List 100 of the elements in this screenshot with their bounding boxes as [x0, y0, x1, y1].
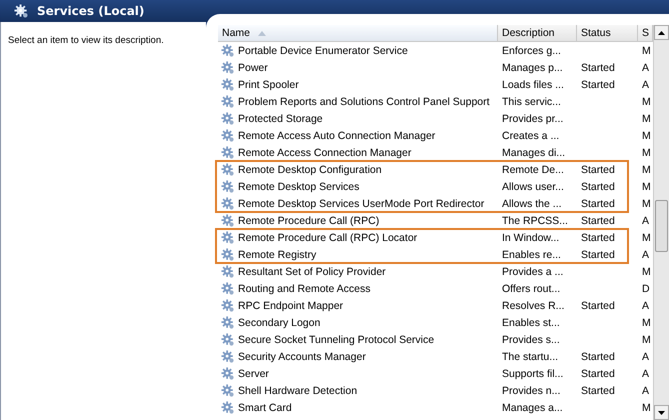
- window-title: Services (Local): [37, 4, 144, 18]
- gear-icon: [221, 384, 235, 398]
- service-row[interactable]: Routing and Remote Access Offers rout... D: [218, 280, 653, 297]
- service-row[interactable]: Remote Registry Enables re... Started A: [218, 246, 653, 263]
- gear-icon: [221, 112, 235, 126]
- service-name: Security Accounts Manager: [218, 350, 498, 364]
- table-cell-text: M: [641, 316, 652, 328]
- service-row[interactable]: Print Spooler Loads files ... Started A: [218, 76, 653, 93]
- table-cell-text: Provides a ...: [501, 266, 564, 278]
- table-cell-text: Manages di...: [501, 146, 566, 158]
- service-name: Print Spooler: [218, 78, 498, 92]
- sort-arrow-icon: [258, 30, 266, 36]
- table-cell-text: Resolves R...: [501, 300, 566, 312]
- table-cell-text: Started: [580, 368, 616, 380]
- service-row[interactable]: RPC Endpoint Mapper Resolves R... Started A: [218, 297, 653, 314]
- service-name: Remote Desktop Services: [218, 180, 498, 194]
- service-row[interactable]: Remote Desktop Configuration Remote De... Started M: [218, 161, 653, 178]
- service-name: Secondary Logon: [218, 316, 498, 330]
- service-row[interactable]: Secondary Logon Enables st... M: [218, 314, 653, 331]
- gear-icon: [221, 400, 235, 414]
- service-name: Remote Desktop Configuration: [218, 162, 498, 176]
- service-name: Remote Procedure Call (RPC) Locator: [218, 230, 498, 244]
- gear-icon: [221, 146, 235, 160]
- service-row[interactable]: Remote Procedure Call (RPC) Locator In Window... Started M: [218, 229, 653, 246]
- service-row[interactable]: Resultant Set of Policy Provider Provides a ... M: [218, 263, 653, 280]
- scroll-thumb[interactable]: [655, 200, 668, 252]
- service-row[interactable]: Server Supports fil... Started A: [218, 365, 653, 382]
- gear-icon: [221, 44, 235, 58]
- service-name: Resultant Set of Policy Provider: [218, 264, 498, 278]
- gear-icon: [221, 316, 235, 330]
- table-cell-text: Manages p...: [501, 62, 564, 74]
- table-cell-text: Started: [580, 232, 616, 244]
- service-name: Power: [218, 60, 498, 74]
- table-cell-text: M: [641, 44, 652, 56]
- down-arrow-icon: [658, 410, 665, 414]
- table-cell-text: Started: [580, 350, 616, 362]
- table-cell-text: Allows the ...: [501, 198, 563, 210]
- service-row[interactable]: Portable Device Enumerator Service Enforces g... M: [218, 42, 653, 59]
- column-header[interactable]: Description: [498, 25, 577, 41]
- table-cell-text: M: [641, 334, 652, 346]
- service-row[interactable]: Remote Procedure Call (RPC) The RPCSS... Started A: [218, 212, 653, 229]
- service-name: RPC Endpoint Mapper: [218, 298, 498, 312]
- gear-icon: [221, 214, 235, 228]
- scroll-down-button[interactable]: [654, 405, 669, 420]
- up-arrow-icon: [658, 30, 665, 34]
- table-cell-text: A: [641, 214, 650, 226]
- table-cell-text: Loads files ...: [501, 78, 565, 90]
- service-row[interactable]: Security Accounts Manager The startu... Started A: [218, 348, 653, 365]
- table-cell-text: A: [641, 62, 650, 74]
- service-row[interactable]: Remote Desktop Services Allows user... Started M: [218, 178, 653, 195]
- column-header[interactable]: Status: [577, 25, 638, 41]
- table-cell-text: Allows user...: [501, 180, 565, 192]
- gear-icon: [221, 298, 235, 312]
- table-cell-text: D: [641, 282, 651, 294]
- table-cell-text: Offers rout...: [501, 282, 562, 294]
- table-cell-text: In Window...: [501, 232, 560, 244]
- table-cell-text: Provides s...: [501, 334, 561, 346]
- table-cell-text: Creates a ...: [501, 130, 560, 142]
- gear-icon: [221, 350, 235, 364]
- gear-icon: [221, 162, 235, 176]
- table-cell-text: Started: [580, 198, 616, 210]
- gear-icon: [14, 4, 29, 18]
- table-cell-text: Started: [580, 62, 616, 74]
- table-cell-text: A: [641, 384, 650, 396]
- service-name: Routing and Remote Access: [218, 282, 498, 296]
- service-row[interactable]: Remote Access Auto Connection Manager Creates a ... M: [218, 127, 653, 144]
- description-text: Select an item to view its description.: [8, 35, 164, 46]
- table-cell-text: Started: [580, 384, 616, 396]
- service-name: Remote Access Connection Manager: [218, 146, 498, 160]
- gear-icon: [221, 180, 235, 194]
- service-row[interactable]: Shell Hardware Detection Provides n... Started A: [218, 382, 653, 399]
- gear-icon: [221, 332, 235, 346]
- service-row[interactable]: Smart Card Manages a... M: [218, 399, 653, 416]
- service-row[interactable]: Power Manages p... Started A: [218, 59, 653, 76]
- gear-icon: [221, 196, 235, 210]
- service-name: Server: [218, 366, 498, 380]
- table-cell-text: A: [641, 350, 650, 362]
- table-cell-text: M: [641, 112, 652, 124]
- table-cell-text: Provides pr...: [501, 112, 564, 124]
- table-cell-text: Supports fil...: [501, 368, 564, 380]
- scrollbar[interactable]: [653, 25, 669, 420]
- service-name: Problem Reports and Solutions Control Panel Support: [218, 94, 498, 108]
- table-cell-text: M: [641, 146, 652, 158]
- table-cell-text: The RPCSS...: [501, 214, 569, 226]
- table-cell-text: The startu...: [501, 350, 560, 362]
- scroll-up-button[interactable]: [654, 25, 669, 40]
- table-cell-text: M: [641, 180, 652, 192]
- table-cell-text: Manages a...: [501, 402, 564, 414]
- table-cell-text: M: [641, 266, 652, 278]
- service-row[interactable]: Problem Reports and Solutions Control Panel Support This servic... M: [218, 93, 653, 110]
- service-name: Smart Card: [218, 400, 498, 414]
- service-name: Shell Hardware Detection: [218, 384, 498, 398]
- gear-icon: [221, 60, 235, 74]
- service-row[interactable]: Remote Access Connection Manager Manages di... M: [218, 144, 653, 161]
- service-row[interactable]: Secure Socket Tunneling Protocol Service Provides s... M: [218, 331, 653, 348]
- column-header[interactable]: Name: [218, 25, 498, 41]
- gear-icon: [221, 94, 235, 108]
- service-row[interactable]: Remote Desktop Services UserMode Port Redirector Allows the ... Started M: [218, 195, 653, 212]
- table-cell-text: M: [641, 232, 652, 244]
- service-row[interactable]: Protected Storage Provides pr... M: [218, 110, 653, 127]
